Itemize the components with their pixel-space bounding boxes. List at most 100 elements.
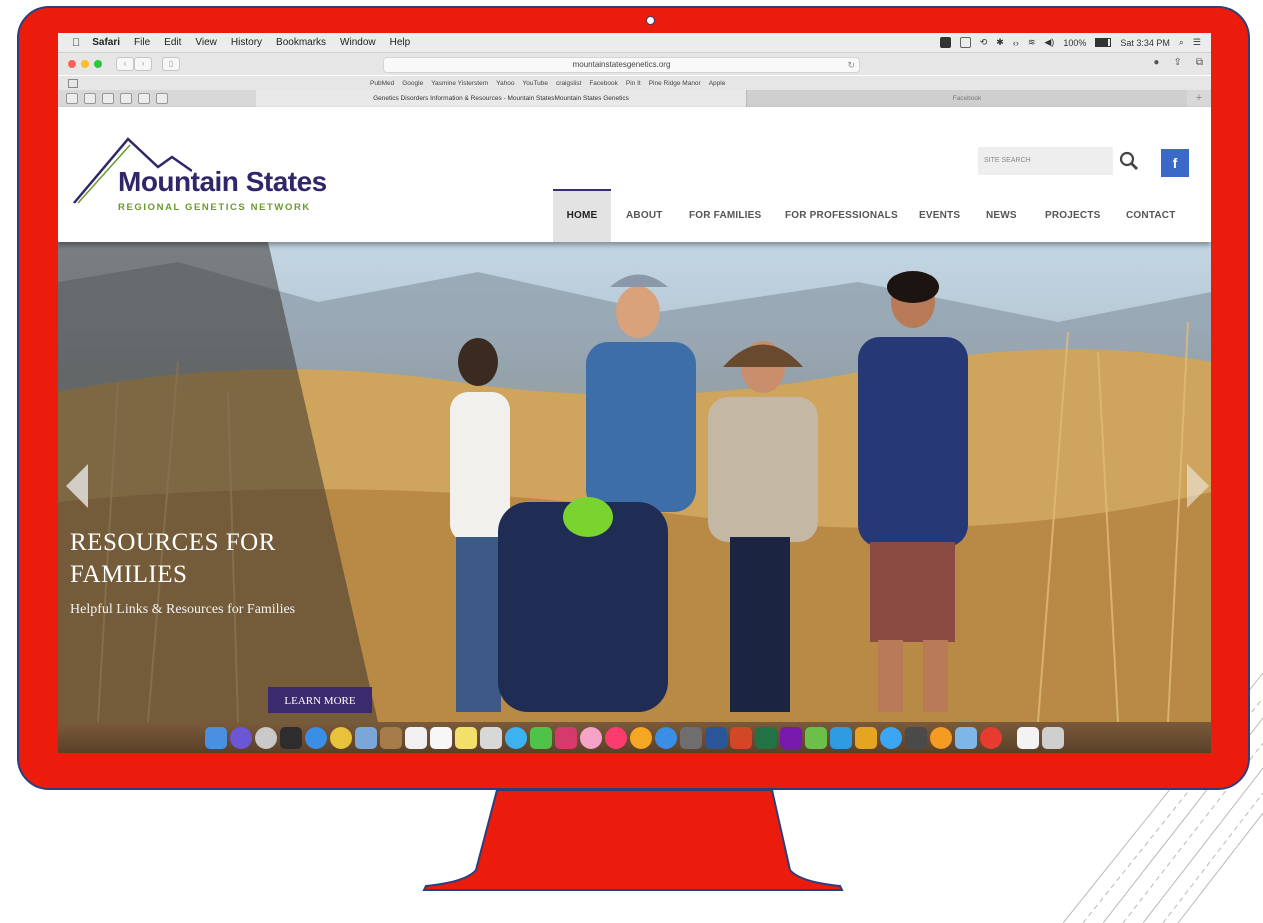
new-tab-button[interactable]: + [1187,90,1211,107]
trash-icon[interactable] [1042,726,1064,749]
battery-icon[interactable] [1095,38,1112,47]
pages-icon[interactable] [855,726,877,749]
site-search-input[interactable]: SITE SEARCH [978,147,1113,175]
bookmark-item[interactable]: Google [402,80,423,87]
menu-file[interactable]: File [134,37,150,48]
nav-for-professionals[interactable]: FOR PROFESSIONALS [785,189,898,242]
pinwheel-icon[interactable] [930,726,952,749]
minimize-window-button[interactable] [81,60,89,68]
menu-view[interactable]: View [195,37,217,48]
bookmark-item[interactable]: Facebook [589,80,618,87]
photos-icon[interactable] [480,726,502,749]
mail-icon[interactable] [880,726,902,749]
excel-icon[interactable] [755,726,777,749]
extension-icon[interactable]: ● [1153,57,1159,68]
ibooks-icon[interactable] [630,726,652,749]
forward-button[interactable]: › [134,57,152,71]
favorite-icon[interactable] [120,93,132,104]
bookmark-item[interactable]: Yasmine Yisterstem [431,80,488,87]
sidebar-toggle-button[interactable]: ▯ [162,57,180,71]
nav-home[interactable]: HOME [553,189,611,242]
tab-bar: Genetics Disorders Information & Resourc… [58,90,1211,108]
favorite-icon[interactable] [84,93,96,104]
favorite-icon[interactable] [102,93,114,104]
safari-icon[interactable] [305,726,327,749]
volume-icon[interactable]: ◀) [1044,37,1054,48]
menu-history[interactable]: History [231,37,262,48]
bookmark-item[interactable]: Pine Ridge Manor [649,80,701,87]
bookmark-item[interactable]: Pin It [626,80,641,87]
bookmark-item[interactable]: YouTube [522,80,548,87]
nav-for-families[interactable]: FOR FAMILIES [689,189,761,242]
chrome-icon[interactable] [330,726,352,749]
printer-icon[interactable] [905,726,927,749]
menu-edit[interactable]: Edit [164,37,181,48]
nav-events[interactable]: EVENTS [919,189,960,242]
show-sidebar-icon[interactable] [68,79,78,88]
photos-app-icon[interactable] [580,726,602,749]
photo-booth-icon[interactable] [555,726,577,749]
facetime-icon[interactable] [530,726,552,749]
finder-icon[interactable] [205,726,227,749]
menu-window[interactable]: Window [340,37,376,48]
system-preferences-icon[interactable] [680,726,702,749]
favorite-icon[interactable] [66,93,78,104]
tab-overview-icon[interactable]: ⧉ [1196,57,1203,68]
siri-icon[interactable] [230,726,252,749]
wifi-icon[interactable]: ≋ [1028,37,1036,48]
address-bar[interactable]: mountainstatesgenetics.org ↻ [383,57,860,73]
bookmark-item[interactable]: PubMed [370,80,394,87]
menu-help[interactable]: Help [390,37,411,48]
keynote-icon[interactable] [830,726,852,749]
apple-menu-icon[interactable]:  [72,37,80,49]
document-icon[interactable] [1017,726,1039,749]
favorite-icon[interactable] [156,93,168,104]
preview-icon[interactable] [355,726,377,749]
notes-icon[interactable] [430,726,452,749]
learn-more-button[interactable]: LEARN MORE [268,687,372,713]
nav-contact[interactable]: CONTACT [1126,189,1176,242]
nav-about[interactable]: ABOUT [626,189,663,242]
clock[interactable]: Sat 3:34 PM [1120,38,1170,48]
messages-icon[interactable] [505,726,527,749]
itunes-icon[interactable] [605,726,627,749]
facebook-icon[interactable]: f [1161,149,1189,177]
bookmark-item[interactable]: Yahoo [496,80,514,87]
screen-sharing-icon[interactable] [955,726,977,749]
app-store-icon[interactable] [655,726,677,749]
share-icon[interactable]: ⇪ [1173,57,1181,68]
launchpad-icon[interactable] [255,726,277,749]
bookmark-item[interactable]: Apple [709,80,726,87]
word-icon[interactable] [705,726,727,749]
code-icon[interactable]: ‹› [1013,38,1019,48]
bookmark-item[interactable]: craigslist [556,80,581,87]
stickies-icon[interactable] [455,726,477,749]
close-window-button[interactable] [68,60,76,68]
menu-app-name[interactable]: Safari [92,37,120,48]
onenote-icon[interactable] [780,726,802,749]
notification-center-icon[interactable]: ☰ [1193,37,1201,48]
numbers-icon[interactable] [805,726,827,749]
powerpoint-icon[interactable] [730,726,752,749]
bluetooth-icon[interactable]: ✱ [996,37,1004,48]
nav-news[interactable]: NEWS [986,189,1017,242]
nav-projects[interactable]: PROJECTS [1045,189,1101,242]
search-icon[interactable] [1118,150,1140,172]
opera-icon[interactable] [980,726,1002,749]
status-app-icon[interactable] [939,37,951,48]
slider-prev-arrow-icon[interactable] [66,464,88,508]
menu-bookmarks[interactable]: Bookmarks [276,37,326,48]
airplay-icon[interactable] [959,37,971,48]
favorite-icon[interactable] [138,93,150,104]
time-machine-icon[interactable]: ⟲ [980,37,988,48]
reload-icon[interactable]: ↻ [847,58,855,72]
contacts-icon[interactable] [380,726,402,749]
mission-control-icon[interactable] [280,726,302,749]
zoom-window-button[interactable] [94,60,102,68]
back-button[interactable]: ‹ [116,57,134,71]
spotlight-search-icon[interactable]: ⌕ [1179,37,1184,48]
slider-next-arrow-icon[interactable] [1187,464,1209,508]
tab-facebook[interactable]: Facebook [746,90,1187,107]
tab-active[interactable]: Genetics Disorders Information & Resourc… [256,90,746,107]
calendar-icon[interactable] [405,726,427,749]
